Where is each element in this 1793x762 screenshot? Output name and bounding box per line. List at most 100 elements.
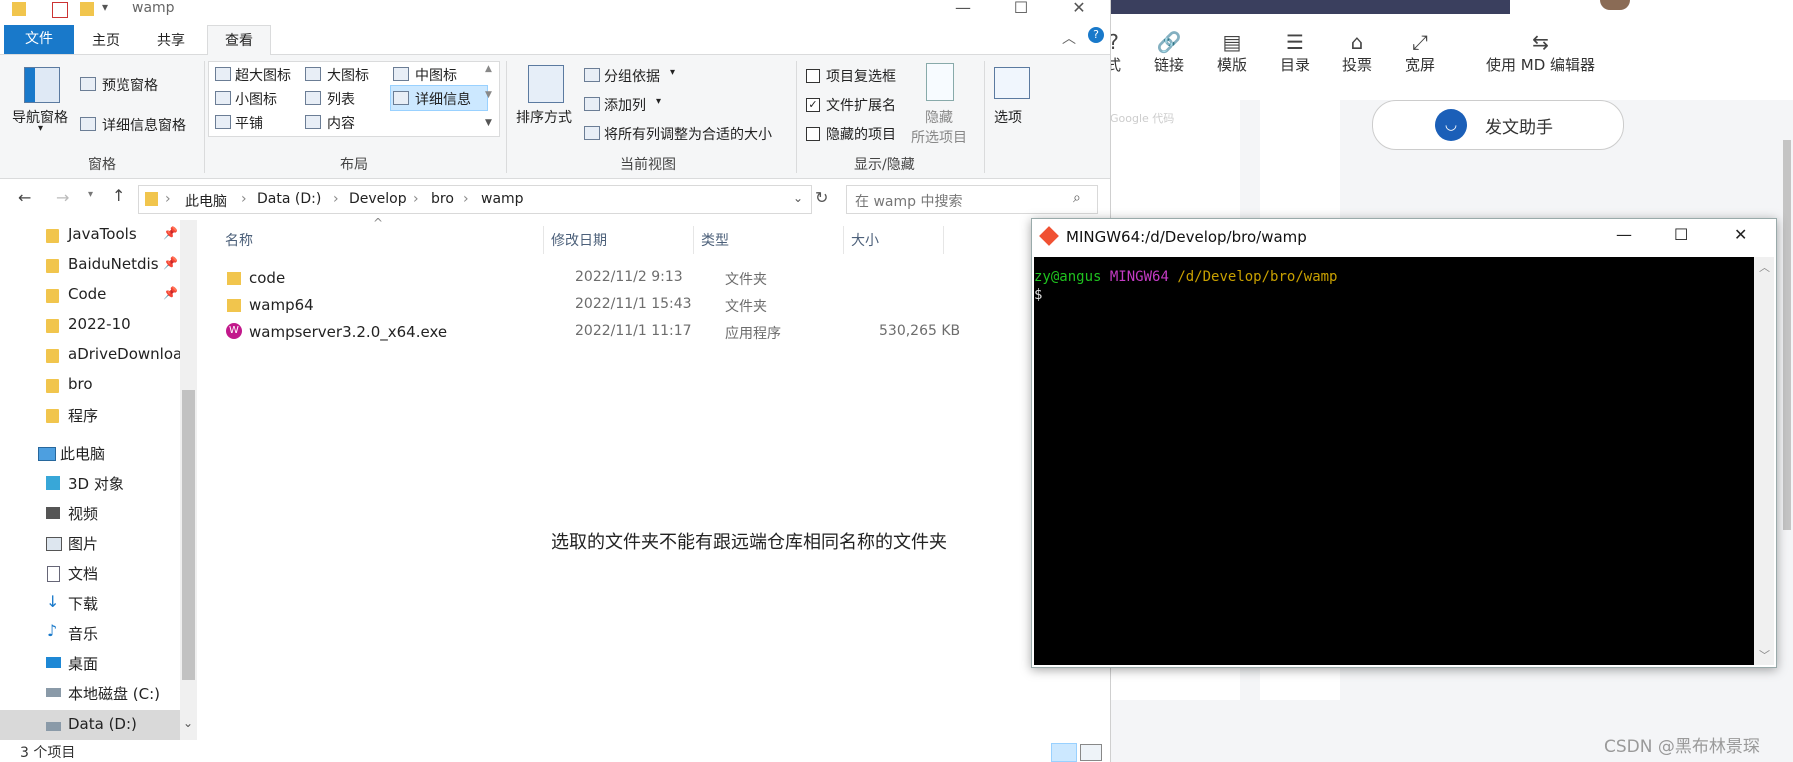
breadcrumb-sep-icon[interactable]: › [333, 191, 339, 207]
breadcrumb-this-pc[interactable]: 此电脑 [185, 191, 227, 211]
gallery-down-icon[interactable]: ▼ [485, 90, 492, 100]
search-input[interactable]: 在 wamp 中搜索 ⌕ [846, 185, 1098, 214]
minimize-icon[interactable]: — [940, 0, 986, 22]
help-icon[interactable]: ? [1088, 27, 1104, 43]
table-row[interactable]: wamp64 2022/11/1 15:43 文件夹 [221, 292, 1121, 318]
scroll-down-icon[interactable]: ﹀ [1759, 647, 1770, 663]
nav-item-2022-10[interactable]: 2022-10 [0, 310, 180, 340]
breadcrumb-bro[interactable]: bro [431, 191, 454, 207]
breadcrumb-sep-icon[interactable]: › [413, 191, 419, 207]
table-row[interactable]: code 2022/11/2 9:13 文件夹 [221, 265, 1121, 291]
toolbar-vote[interactable]: ⌂ 投票 [1342, 30, 1372, 75]
layout-tiles[interactable]: 平铺 [235, 113, 263, 133]
details-pane-button[interactable]: 详细信息窗格 [102, 115, 186, 135]
scroll-down-icon[interactable]: ⌄ [183, 716, 193, 730]
maximize-icon[interactable]: ☐ [998, 0, 1044, 22]
nav-item-baidunetdisk[interactable]: BaiduNetdis 📌 [0, 250, 180, 280]
nav-item-3d-objects[interactable]: 3D 对象 [0, 468, 180, 498]
tab-share[interactable]: 共享 [150, 28, 192, 54]
layout-content[interactable]: 内容 [327, 113, 355, 133]
column-header-date[interactable]: 修改日期 [551, 230, 607, 250]
refresh-icon[interactable]: ↻ [815, 188, 828, 207]
column-header-name[interactable]: 名称 [225, 230, 253, 250]
nav-item-pictures[interactable]: 图片 [0, 528, 180, 558]
properties-icon[interactable] [52, 2, 68, 18]
divider[interactable] [543, 226, 544, 254]
item-checkboxes-checkbox[interactable] [806, 69, 820, 83]
nav-scrollbar-thumb[interactable] [182, 390, 195, 680]
terminal-scrollbar[interactable]: ︿ ﹀ [1754, 257, 1774, 665]
divider[interactable] [943, 226, 944, 254]
nav-item-music[interactable]: ♪ 音乐 [0, 618, 180, 648]
forward-icon[interactable]: → [56, 188, 69, 207]
hide-selected-label[interactable]: 隐藏 [925, 107, 953, 127]
nav-item-downloads[interactable]: ↓ 下载 [0, 588, 180, 618]
gallery-up-icon[interactable]: ▲ [485, 64, 492, 74]
recent-dropdown-icon[interactable]: ▾ [88, 189, 93, 200]
qat-dropdown-icon[interactable]: ▾ [102, 0, 108, 14]
collapse-ribbon-icon[interactable]: ︿ [1062, 28, 1076, 48]
divider[interactable] [693, 226, 694, 254]
breadcrumb-develop[interactable]: Develop [349, 191, 407, 207]
breadcrumb-sep-icon[interactable]: › [463, 191, 469, 207]
close-icon[interactable]: ✕ [1056, 0, 1102, 22]
fit-columns-button[interactable]: 将所有列调整为合适的大小 [604, 124, 772, 144]
breadcrumb-drive[interactable]: Data (D:) [257, 191, 321, 207]
large-icons-view-icon[interactable] [1080, 744, 1102, 761]
nav-item-videos[interactable]: 视频 [0, 498, 180, 528]
add-column-button[interactable]: 添加列 [604, 95, 646, 115]
breadcrumb-sep-icon[interactable]: › [165, 191, 171, 207]
avatar[interactable] [1600, 0, 1630, 10]
nav-item-drive-c[interactable]: 本地磁盘 (C:) [0, 678, 180, 708]
breadcrumb-sep-icon[interactable]: › [241, 191, 247, 207]
sort-by-button[interactable]: 排序方式 [516, 107, 572, 127]
tab-file[interactable]: 文件 [4, 25, 74, 54]
up-icon[interactable]: ↑ [112, 186, 125, 205]
layout-small[interactable]: 小图标 [235, 89, 277, 109]
search-icon[interactable]: ⌕ [1073, 190, 1081, 206]
scroll-up-icon[interactable]: ︿ [1759, 259, 1770, 275]
toolbar-md-editor[interactable]: ⇆ 使用 MD 编辑器 [1486, 30, 1595, 75]
file-ext-checkbox[interactable]: ✓ [806, 98, 820, 112]
toolbar-template[interactable]: ▤ 模版 [1217, 30, 1247, 75]
terminal-output[interactable]: zy@angus MINGW64 /d/Develop/bro/wamp $ [1034, 257, 1754, 665]
gallery-more-icon[interactable]: ▼ [485, 118, 492, 128]
column-header-size[interactable]: 大小 [851, 230, 879, 250]
close-icon[interactable]: ✕ [1734, 225, 1747, 244]
layout-medium[interactable]: 中图标 [415, 65, 457, 85]
preview-pane-button[interactable]: 预览窗格 [102, 75, 158, 95]
toolbar-toc[interactable]: ☰ 目录 [1280, 30, 1310, 75]
new-folder-icon[interactable] [80, 2, 94, 16]
divider[interactable] [843, 226, 844, 254]
options-button[interactable]: 选项 [994, 107, 1022, 127]
layout-large[interactable]: 大图标 [327, 65, 369, 85]
nav-item-code[interactable]: Code 📌 [0, 280, 180, 310]
page-scrollbar[interactable] [1783, 140, 1791, 530]
nav-item-programs[interactable]: 程序 [0, 400, 180, 430]
nav-item-adrive[interactable]: aDriveDownloa [0, 340, 182, 370]
toolbar-widescreen[interactable]: ⤢ 宽屏 [1405, 30, 1435, 75]
address-box[interactable]: › 此电脑 › Data (D:) › Develop › bro › wamp… [138, 185, 812, 214]
layout-extra-large[interactable]: 超大图标 [235, 65, 291, 85]
column-header-type[interactable]: 类型 [701, 230, 729, 250]
maximize-icon[interactable]: ☐ [1674, 225, 1688, 244]
breadcrumb-wamp[interactable]: wamp [481, 191, 524, 207]
hidden-items-checkbox[interactable] [806, 127, 820, 141]
layout-details[interactable]: 详细信息 [415, 89, 471, 109]
toolbar-link[interactable]: 🔗 链接 [1154, 30, 1184, 75]
nav-item-javatools[interactable]: JavaTools 📌 [0, 220, 180, 250]
nav-item-desktop[interactable]: 桌面 [0, 648, 180, 678]
details-view-icon[interactable] [1051, 743, 1077, 762]
nav-item-documents[interactable]: 文档 [0, 558, 180, 588]
layout-list[interactable]: 列表 [327, 89, 355, 109]
group-by-button[interactable]: 分组依据 [604, 66, 660, 86]
hide-selected-label-2[interactable]: 所选项目 [911, 127, 967, 147]
table-row[interactable]: W wampserver3.2.0_x64.exe 2022/11/1 11:1… [221, 319, 1121, 345]
address-dropdown-icon[interactable]: ⌄ [793, 191, 803, 205]
assistant-button[interactable]: ◡ 发文助手 [1372, 100, 1624, 150]
nav-item-this-pc[interactable]: 此电脑 [0, 438, 180, 468]
nav-item-drive-d[interactable]: Data (D:) [0, 710, 180, 740]
back-icon[interactable]: ← [18, 188, 31, 207]
minimize-icon[interactable]: — [1616, 225, 1632, 244]
tab-home[interactable]: 主页 [86, 28, 126, 54]
